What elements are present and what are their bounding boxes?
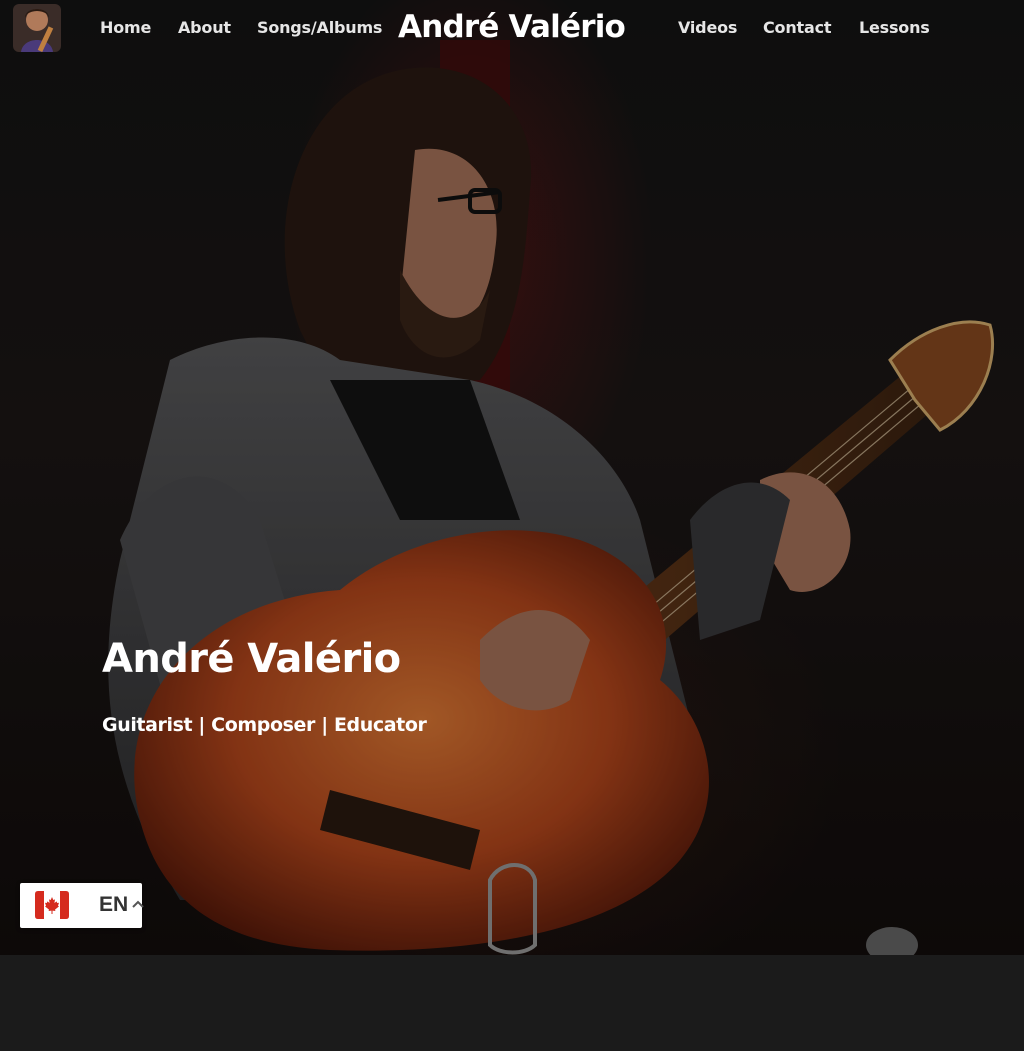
- hero-section: André Valério Guitarist | Composer | Edu…: [0, 0, 1024, 955]
- nav-link-videos[interactable]: Videos: [678, 18, 737, 40]
- language-code: EN: [99, 893, 129, 916]
- hero-title: André Valério: [102, 636, 401, 682]
- site-brand[interactable]: André Valério: [398, 9, 626, 45]
- nav-link-contact[interactable]: Contact: [763, 18, 832, 40]
- top-navigation: Home About Songs/Albums André Valério Vi…: [0, 0, 1024, 58]
- nav-link-songs-albums[interactable]: Songs/Albums: [257, 18, 382, 40]
- page-bottom-band: [0, 955, 1024, 1051]
- hero-subtitle: Guitarist | Composer | Educator: [102, 714, 427, 736]
- canada-flag-icon: [35, 891, 69, 919]
- nav-link-lessons[interactable]: Lessons: [859, 18, 930, 40]
- nav-link-home[interactable]: Home: [100, 18, 151, 40]
- chevron-up-icon: [132, 900, 144, 908]
- guitarist-photo: [0, 0, 1024, 955]
- language-switcher[interactable]: EN: [20, 883, 144, 928]
- avatar[interactable]: [13, 4, 61, 52]
- nav-link-about[interactable]: About: [178, 18, 231, 40]
